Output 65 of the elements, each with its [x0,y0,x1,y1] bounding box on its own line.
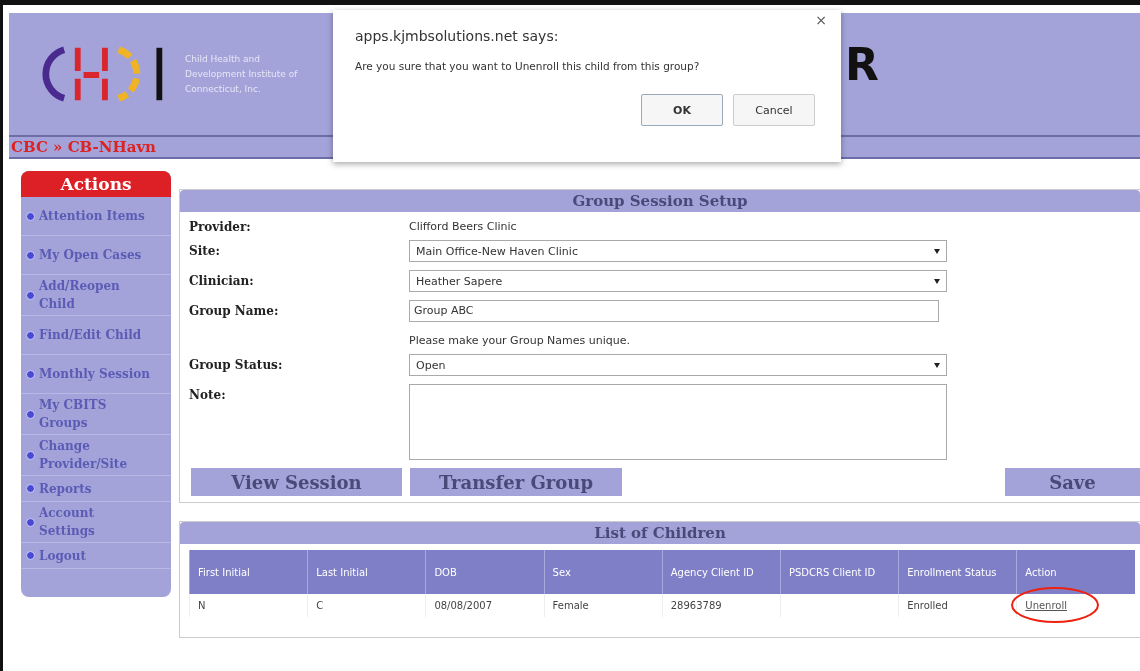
unenroll-link[interactable]: Unenroll [1025,600,1068,611]
note-field[interactable] [409,384,947,460]
column-header: PSDCRS Client ID [780,550,899,594]
sidebar-item[interactable]: Find/Edit Child [39,326,142,344]
column-header: Enrollment Status [898,550,1017,594]
bullet-icon [26,369,35,379]
form-button[interactable]: View Session [191,468,402,496]
banner-text: R [845,39,879,90]
column-header: DOB [425,550,545,594]
sidebar-item[interactable]: My CBITS Groups [39,396,151,432]
caret-icon [934,248,940,254]
field-label: Clinician: [189,273,255,288]
form-button[interactable]: Save [1005,468,1140,496]
form-button[interactable]: Transfer Group [410,468,622,496]
column-header: Action [1016,550,1135,594]
dialog-title: apps.kjmbsolutions.net says: [355,28,560,44]
sidebar-item[interactable]: Account Settings [39,504,151,540]
column-header: Last Initial [307,550,426,594]
sidebar-item[interactable]: Add/Reopen Child [39,277,151,313]
caret-icon [934,362,940,368]
column-header: First Initial [189,550,308,594]
select-field[interactable]: Heather Sapere [409,270,947,292]
table-cell: Female [552,600,589,611]
panel-title: Group Session Setup [180,190,1140,212]
field-value: Clifford Beers Clinic [409,219,517,233]
close-icon[interactable]: × [815,12,827,28]
sidebar-item[interactable]: Reports [39,479,92,498]
select-field[interactable]: Main Office-New Haven Clinic [409,240,947,262]
bullet-icon [26,250,35,260]
bullet-icon [26,211,35,221]
breadcrumb: CBC » CB-NHavn [11,138,156,156]
column-header: Agency Client ID [662,550,781,594]
bullet-icon [26,290,35,300]
organization-name: Child Health and Development Institute of Connecticut, Inc. [185,52,299,96]
cancel-button[interactable]: Cancel [733,94,815,126]
sidebar-item[interactable]: Monthly Session [39,365,151,383]
input-field[interactable]: Group ABC [409,300,939,322]
table-cell: C [316,600,324,611]
table-cell: Enrolled [907,600,948,611]
table-cell: N [198,600,206,611]
bullet-icon [26,484,35,493]
hint-text: Please make your Group Names unique. [409,333,630,347]
field-label: Group Name: [189,303,280,318]
sidebar-item[interactable]: My Open Cases [39,246,142,264]
bullet-icon [26,551,35,560]
bullet-icon [26,409,35,419]
table-cell: 08/08/2007 [434,600,492,611]
field-label: Group Status: [189,357,284,372]
bullet-icon [26,450,35,460]
table-cell: 28963789 [670,600,722,611]
sidebar-item[interactable]: Logout [39,546,87,565]
sidebar-item[interactable]: Change Provider/Site [39,437,151,473]
column-header: Sex [544,550,663,594]
bullet-icon [26,517,35,527]
field-label: Site: [189,243,221,258]
dialog-message: Are you sure that you want to Unenroll this child from this group? [355,60,701,72]
sidebar-item[interactable]: Attention Items [39,207,145,225]
panel-title: List of Children [180,522,1140,544]
bullet-icon [26,330,35,340]
field-label: Note: [189,387,227,402]
select-field[interactable]: Open [409,354,947,376]
field-label: Provider: [189,219,252,234]
ok-button[interactable]: OK [641,94,723,126]
caret-icon [934,278,940,284]
sidebar-title: Actions [21,171,171,197]
